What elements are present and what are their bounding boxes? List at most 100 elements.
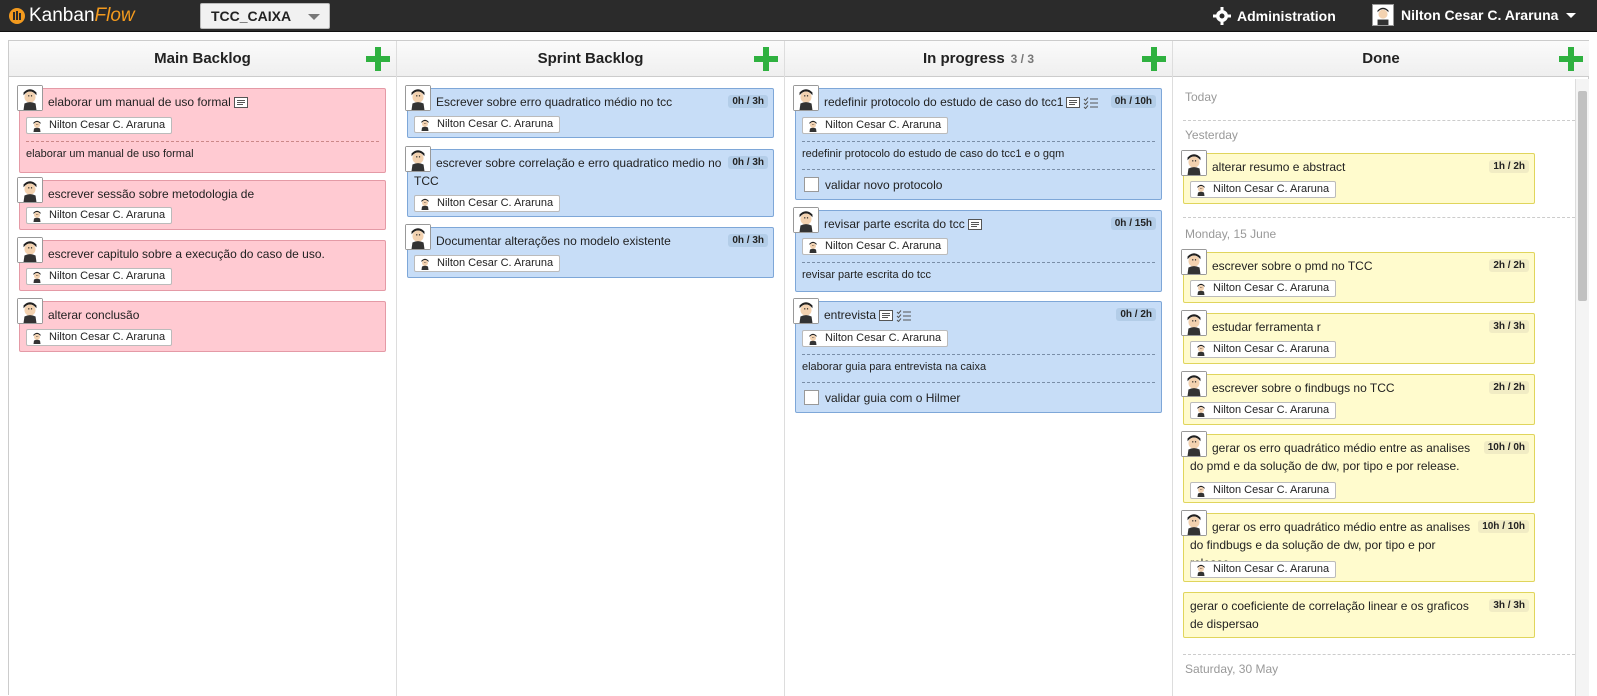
subtask-checkbox[interactable]	[804, 177, 819, 192]
subtasks-icon	[1084, 97, 1099, 109]
task-card[interactable]: gerar os erro quadrático médio entre as …	[1181, 510, 1535, 582]
avatar	[30, 270, 44, 283]
task-card[interactable]: revisar parte escrita do tcc 0h / 15h Ni…	[793, 207, 1162, 292]
user-name: Nilton Cesar C. Araruna	[1401, 7, 1559, 23]
task-card[interactable]: elaborar um manual de uso formal Nilton …	[17, 85, 386, 173]
gear-icon	[1213, 7, 1231, 25]
column-in-progress: In progress 3 / 3 redefinir protocolo do …	[785, 41, 1173, 696]
avatar	[418, 197, 432, 210]
time-badge: 2h / 2h	[1489, 259, 1529, 272]
add-icon[interactable]	[1559, 47, 1583, 71]
task-card[interactable]: alterar conclusão Nilton Cesar C. Ararun…	[17, 298, 386, 352]
add-icon[interactable]	[366, 47, 390, 71]
add-icon[interactable]	[1142, 47, 1166, 71]
task-title: alterar conclusão	[48, 308, 140, 322]
column-main-backlog: Main Backlog elaborar um manual de uso f…	[9, 41, 397, 696]
assignee-chip[interactable]: Nilton Cesar C. Araruna	[414, 255, 561, 272]
chevron-down-icon	[1566, 12, 1577, 18]
scrollbar[interactable]	[1575, 79, 1589, 696]
administration-link[interactable]: Administration	[1213, 7, 1336, 25]
logo-icon	[9, 8, 25, 24]
assignee-chip[interactable]: Nilton Cesar C. Araruna	[26, 268, 173, 285]
assignee-chip[interactable]: Nilton Cesar C. Araruna	[26, 207, 173, 224]
column-header: Done	[1173, 41, 1589, 77]
task-card[interactable]: escrever sobre o pmd no TCC 2h / 2h Nilt…	[1181, 249, 1535, 303]
add-icon[interactable]	[754, 47, 778, 71]
avatar	[1194, 282, 1208, 295]
task-title: entrevista	[824, 306, 1121, 324]
subtask-divider	[802, 169, 1155, 170]
task-card[interactable]: gerar o coeficiente de correlação linear…	[1183, 592, 1535, 638]
avatar	[1194, 404, 1208, 417]
time-badge: 0h / 10h	[1110, 95, 1156, 108]
assignee-chip[interactable]: Nilton Cesar C. Araruna	[802, 117, 949, 134]
assignee-chip[interactable]: Nilton Cesar C. Araruna	[802, 330, 949, 347]
avatar	[793, 85, 819, 111]
subtasks-icon	[896, 310, 912, 322]
subtask[interactable]: validar novo protocolo	[804, 177, 942, 192]
task-title: escrever sobre o pmd no TCC	[1212, 259, 1373, 273]
assignee-chip[interactable]: Nilton Cesar C. Araruna	[26, 117, 173, 134]
task-title: escrever sobre o findbugs no TCC	[1212, 381, 1395, 395]
task-description: elaborar guia para entrevista na caixa	[802, 354, 1155, 373]
avatar	[17, 177, 43, 203]
scrollbar-thumb[interactable]	[1578, 91, 1587, 301]
subtask-label: validar guia com o Hilmer	[825, 390, 961, 405]
task-card[interactable]: estudar ferramenta r 3h / 3h Nilton Cesa…	[1181, 310, 1535, 364]
avatar	[30, 119, 44, 132]
task-card[interactable]: escrever sobre o findbugs no TCC 2h / 2h…	[1181, 371, 1535, 425]
avatar	[1372, 4, 1394, 26]
assignee-chip[interactable]: Nilton Cesar C. Araruna	[1190, 482, 1337, 499]
date-group-label: Saturday, 30 May	[1185, 662, 1279, 676]
column-title: In progress	[922, 50, 1005, 67]
task-card[interactable]: alterar resumo e abstract 1h / 2h Nilton…	[1181, 150, 1535, 204]
assignee-chip[interactable]: Nilton Cesar C. Araruna	[1190, 341, 1337, 358]
task-card[interactable]: gerar os erro quadrático médio entre as …	[1181, 431, 1535, 503]
task-title: revisar parte escrita do tcc	[824, 215, 1121, 233]
task-card[interactable]: escrever sessão sobre metodologia de des…	[17, 177, 386, 230]
assignee-chip[interactable]: Nilton Cesar C. Araruna	[414, 195, 561, 212]
assignee-chip[interactable]: Nilton Cesar C. Araruna	[1190, 181, 1337, 198]
task-card[interactable]: Escrever sobre erro quadratico médio no …	[405, 85, 774, 138]
wip-count: 3 / 3	[1010, 52, 1035, 66]
description-icon	[1066, 97, 1081, 109]
avatar	[1194, 343, 1208, 356]
column-title: Done	[1362, 50, 1400, 67]
board-selector[interactable]: TCC_CAIXA	[200, 3, 330, 29]
task-card[interactable]: escrever sobre correlação e erro quadrat…	[405, 146, 774, 217]
task-card[interactable]: escrever capitulo sobre a execução do ca…	[17, 237, 386, 291]
time-badge: 10h / 0h	[1483, 441, 1529, 454]
date-group-label: Yesterday	[1185, 128, 1238, 142]
subtask-divider	[802, 382, 1155, 383]
avatar	[1194, 183, 1208, 196]
task-card[interactable]: entrevista 0h / 2h Nilton Cesar C. Araru…	[793, 298, 1162, 413]
kanbanflow-logo[interactable]: Kanban Flow	[8, 5, 135, 27]
assignee-chip[interactable]: Nilton Cesar C. Araruna	[1190, 561, 1337, 578]
logo-text-kanban: Kanban	[29, 5, 95, 26]
column-title: Main Backlog	[154, 50, 251, 67]
date-group-label: Monday, 15 June	[1185, 227, 1277, 241]
avatar	[793, 207, 819, 233]
top-bar: Kanban Flow TCC_CAIXA Administration Nilt…	[0, 0, 1597, 32]
time-badge: 3h / 3h	[1489, 320, 1529, 333]
task-card[interactable]: redefinir protocolo do estudo de caso do…	[793, 85, 1162, 200]
date-divider	[1183, 654, 1575, 655]
assignee-chip[interactable]: Nilton Cesar C. Araruna	[802, 238, 949, 255]
subtask[interactable]: validar guia com o Hilmer	[804, 390, 960, 405]
assignee-chip[interactable]: Nilton Cesar C. Araruna	[414, 116, 561, 133]
task-title: gerar os erro quadrático médio entre as …	[1190, 441, 1471, 473]
assignee-chip[interactable]: Nilton Cesar C. Araruna	[1190, 280, 1337, 297]
task-description: revisar parte escrita do tcc	[802, 262, 1155, 281]
date-group-label: Today	[1185, 90, 1218, 104]
avatar	[806, 119, 820, 132]
user-menu[interactable]: Nilton Cesar C. Araruna	[1372, 4, 1577, 26]
description-icon	[879, 310, 894, 322]
avatar	[806, 332, 820, 345]
task-card[interactable]: Documentar alterações no modelo existent…	[405, 224, 774, 278]
subtask-checkbox[interactable]	[804, 390, 819, 405]
description-icon	[233, 97, 248, 109]
assignee-chip[interactable]: Nilton Cesar C. Araruna	[1190, 402, 1337, 419]
column-sprint-backlog: Sprint Backlog Escrever sobre erro quadr…	[397, 41, 785, 696]
chevron-down-icon	[308, 14, 320, 20]
assignee-chip[interactable]: Nilton Cesar C. Araruna	[26, 329, 173, 346]
